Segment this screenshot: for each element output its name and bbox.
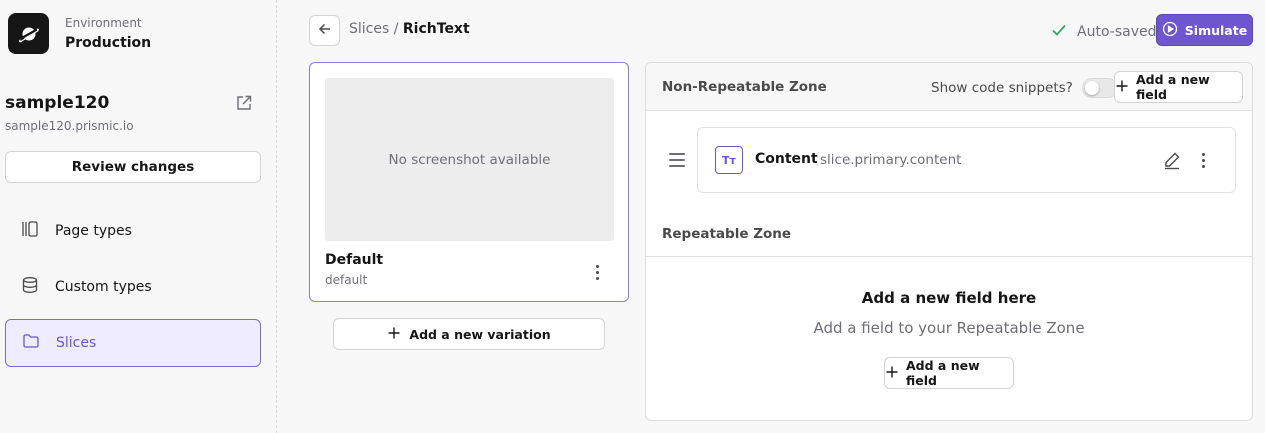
non-repeatable-zone-title: Non-Repeatable Zone (662, 79, 827, 95)
plus-icon (387, 326, 401, 343)
repository-url: sample120.prismic.io (5, 119, 134, 133)
repeatable-zone-header: Repeatable Zone (646, 209, 1252, 257)
simulate-label: Simulate (1184, 22, 1248, 38)
add-field-button-repeatable[interactable]: Add a new field (884, 357, 1014, 389)
rich-text-icon: Tт (715, 146, 743, 174)
environment-label: Environment (65, 15, 142, 30)
environment-name: Production (65, 34, 152, 51)
code-snippets-label: Show code snippets? (931, 80, 1073, 96)
arrow-left-icon (317, 21, 333, 41)
database-icon (21, 276, 39, 298)
page-types-icon (21, 220, 39, 242)
repeatable-zone-title: Repeatable Zone (662, 226, 792, 242)
add-field-label: Add a new field (1136, 72, 1210, 102)
add-variation-label: Add a new variation (409, 326, 551, 342)
screenshot-placeholder: No screenshot available (325, 78, 614, 241)
autosave-label: Auto-saved (1077, 24, 1157, 40)
variation-name: Default (325, 252, 384, 268)
add-field-button-non-repeatable[interactable]: Add a new field (1114, 71, 1243, 103)
zones-panel: Non-Repeatable Zone Show code snippets? … (645, 62, 1253, 421)
external-link-icon[interactable] (235, 94, 253, 112)
autosave-status: Auto-saved (1050, 21, 1156, 43)
sidebar-item-page-types[interactable]: Page types (5, 207, 261, 255)
code-snippets-toggle[interactable] (1081, 78, 1118, 98)
variation-id: default (325, 273, 368, 287)
empty-state-subtitle: Add a field to your Repeatable Zone (813, 319, 1085, 337)
sidebar-item-slices[interactable]: Slices (5, 319, 261, 367)
plus-icon (1115, 79, 1129, 96)
simulate-button[interactable]: Simulate (1156, 14, 1253, 46)
repository-name: sample120 (5, 93, 110, 113)
non-repeatable-zone-header: Non-Repeatable Zone Show code snippets? … (646, 63, 1252, 111)
sidebar: Environment Production sample120 sample1… (0, 0, 277, 433)
check-icon (1050, 21, 1068, 43)
sidebar-item-custom-types[interactable]: Custom types (5, 263, 261, 311)
review-changes-button[interactable]: Review changes (5, 151, 261, 183)
sidebar-item-label: Custom types (55, 279, 152, 295)
environment-switcher[interactable]: Environment Production (8, 13, 151, 54)
field-label: Content (755, 151, 818, 167)
field-menu-icon[interactable] (1193, 150, 1213, 170)
variation-menu-icon[interactable] (587, 262, 607, 282)
breadcrumb-parent[interactable]: Slices (349, 21, 389, 37)
breadcrumb: Slices / RichText (349, 21, 470, 37)
play-circle-icon (1162, 21, 1178, 40)
field-row-content[interactable]: Tт Content slice.primary.content (697, 127, 1236, 193)
breadcrumb-separator: / (389, 21, 403, 37)
sidebar-item-label: Slices (56, 335, 97, 351)
field-api-id: slice.primary.content (820, 152, 962, 168)
drag-handle-icon[interactable] (669, 153, 685, 167)
breadcrumb-current: RichText (402, 21, 470, 37)
folder-icon (22, 332, 40, 354)
add-variation-button[interactable]: Add a new variation (333, 318, 605, 350)
back-button[interactable] (309, 15, 340, 46)
sidebar-item-label: Page types (55, 223, 132, 239)
pencil-icon[interactable] (1162, 150, 1182, 170)
code-snippets-toggle-group: Show code snippets? (931, 78, 1118, 98)
planet-logo-icon (8, 13, 49, 54)
empty-state-title: Add a new field here (861, 289, 1037, 307)
add-field-label: Add a new field (906, 358, 980, 388)
variation-card[interactable]: No screenshot available Default default (309, 62, 629, 302)
plus-icon (885, 365, 899, 382)
